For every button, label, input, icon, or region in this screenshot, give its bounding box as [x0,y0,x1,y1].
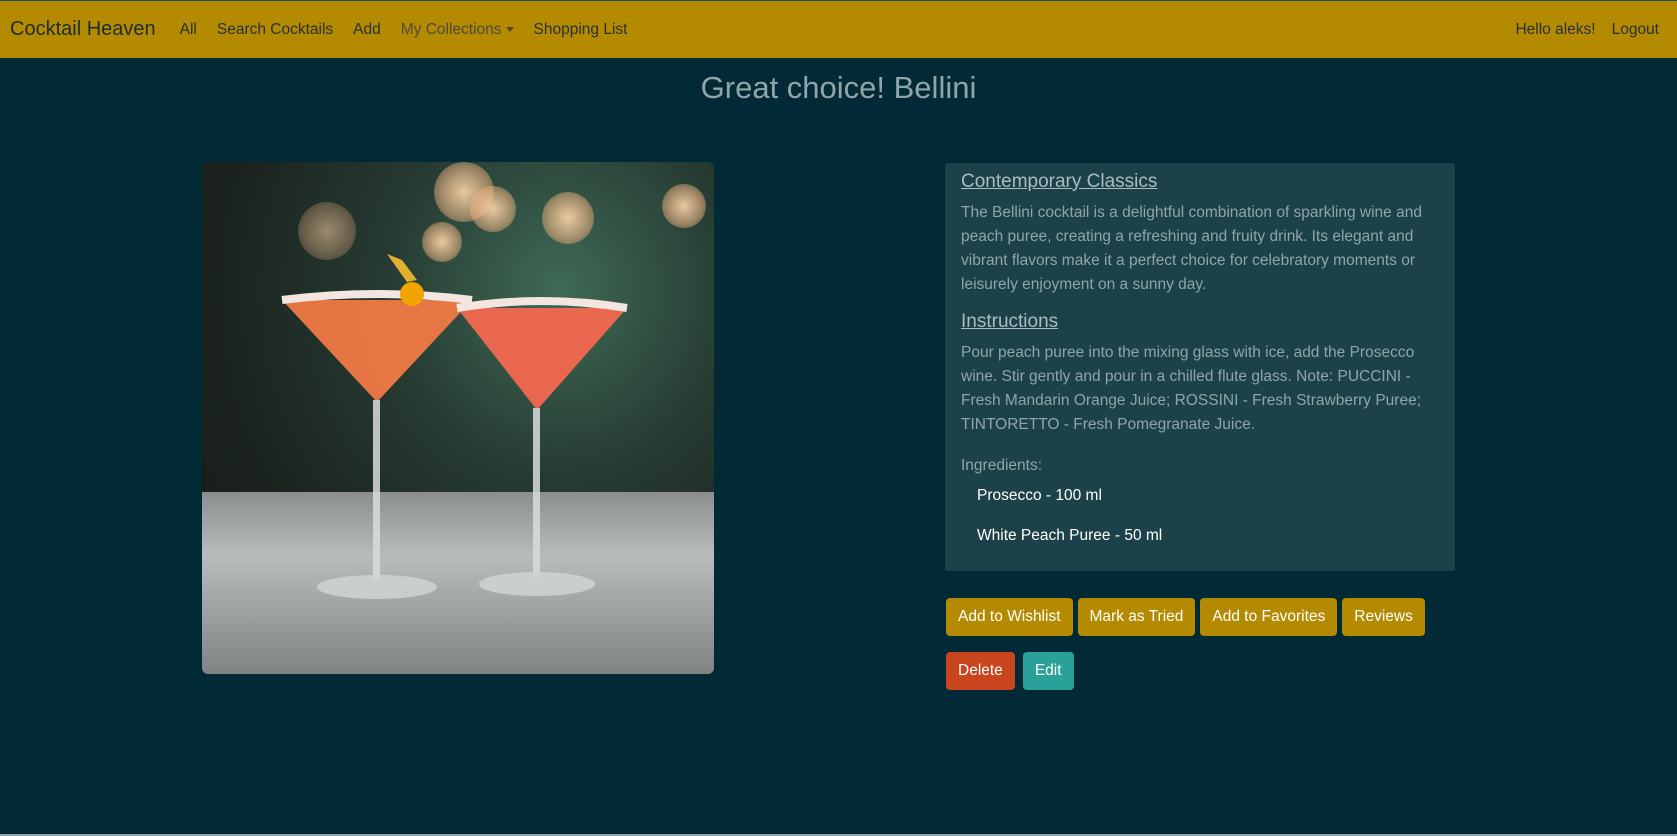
brand-link[interactable]: Cocktail Heaven [10,18,156,41]
nav-dropdown-label: My Collections [400,20,502,38]
primary-actions: Add to Wishlist Mark as Tried Add to Fav… [946,598,1425,636]
page-title: Great choice! Bellini [700,70,977,105]
ingredient-item: White Peach Puree - 50 ml [977,527,1163,544]
nav-link-shopping-list[interactable]: Shopping List [534,21,628,39]
instructions-heading: Instructions [961,311,1059,332]
ingredient-item: Prosecco - 100 ml [977,487,1102,504]
reviews-button[interactable]: Reviews [1342,598,1425,636]
logout-link[interactable]: Logout [1612,21,1659,39]
owner-actions: Delete Edit [946,652,1074,690]
ingredients-label: Ingredients: [961,457,1042,474]
nav-dropdown-my-collections[interactable]: My Collections [401,21,514,39]
cocktail-instructions: Pour peach puree into the mixing glass w… [961,344,1421,433]
nav-link-search-cocktails[interactable]: Search Cocktails [217,21,333,39]
navbar: Cocktail Heaven All Search Cocktails Add… [0,0,1677,58]
add-to-wishlist-button[interactable]: Add to Wishlist [946,598,1073,636]
nav-link-all[interactable]: All [180,21,197,39]
mark-as-tried-button[interactable]: Mark as Tried [1077,598,1196,636]
nav-links: All Search Cocktails Add My Collections … [180,21,628,39]
cocktail-details-card: Contemporary Classics The Bellini cockta… [945,163,1455,571]
caret-down-icon [505,26,514,32]
delete-button[interactable]: Delete [946,652,1015,690]
user-greeting[interactable]: Hello aleks! [1515,21,1595,39]
category-heading: Contemporary Classics [961,171,1158,192]
add-to-favorites-button[interactable]: Add to Favorites [1200,598,1338,636]
nav-user-area: Hello aleks! Logout [1515,21,1667,39]
cocktail-image [202,162,714,674]
cocktail-description: The Bellini cocktail is a delightful com… [961,204,1422,293]
nav-link-add[interactable]: Add [353,21,381,39]
edit-button[interactable]: Edit [1022,652,1074,690]
